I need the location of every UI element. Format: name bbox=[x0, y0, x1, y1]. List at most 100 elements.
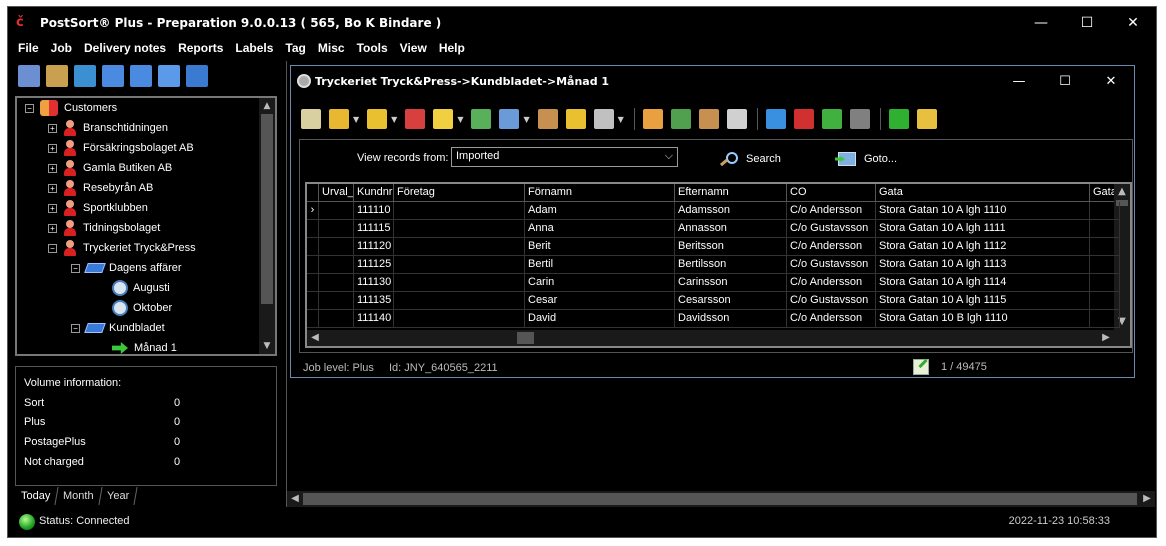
table-cell[interactable] bbox=[319, 310, 354, 328]
printer-icon[interactable] bbox=[593, 109, 614, 129]
table-cell[interactable]: 111115 bbox=[354, 220, 394, 238]
table-cell[interactable]: Adam bbox=[525, 202, 675, 220]
expand-icon[interactable]: + bbox=[48, 203, 57, 213]
table-cell[interactable]: Stora Gatan 10 A lgh 1112 bbox=[876, 238, 1090, 256]
close-button[interactable]: ✕ bbox=[1110, 7, 1156, 38]
table-cell[interactable]: C/o Andersson bbox=[787, 310, 876, 328]
expand-icon[interactable]: + bbox=[48, 183, 57, 193]
arrow-up-right-icon[interactable] bbox=[765, 109, 786, 129]
table-cell[interactable]: Carinsson bbox=[675, 274, 787, 292]
table-cell[interactable] bbox=[319, 220, 354, 238]
table-cell[interactable]: Stora Gatan 10 A lgh 1110 bbox=[876, 202, 1090, 220]
table-cell[interactable] bbox=[1090, 274, 1120, 292]
column-header[interactable]: Efternamn bbox=[675, 184, 787, 202]
table-row[interactable]: › 111110 Adam Adamsson C/o Andersson Stora Ga… bbox=[307, 202, 1120, 220]
table-row[interactable]: 111115 Anna Annasson C/o Gustavsson Stora Ga… bbox=[307, 220, 1120, 238]
table-cell[interactable] bbox=[394, 292, 525, 310]
menu-reports[interactable]: Reports bbox=[172, 41, 229, 55]
column-header[interactable]: Gata bbox=[876, 184, 1090, 202]
table-cell[interactable] bbox=[319, 292, 354, 310]
scroll-thumb[interactable] bbox=[517, 332, 534, 344]
minimize-button[interactable]: — bbox=[1018, 7, 1064, 38]
tree-item-customer[interactable]: + Sportklubben bbox=[48, 198, 148, 218]
edit-icon[interactable] bbox=[301, 109, 321, 129]
pen-write-icon[interactable] bbox=[471, 109, 492, 129]
package-search-icon[interactable] bbox=[537, 109, 558, 129]
tree-item-job[interactable]: − Kundbladet bbox=[71, 318, 165, 338]
table-cell[interactable]: Stora Gatan 10 B lgh 1110 bbox=[876, 310, 1090, 328]
row-indicator[interactable] bbox=[307, 238, 319, 256]
scroll-right-icon[interactable]: ▶ bbox=[1139, 491, 1155, 507]
view-records-select[interactable]: Imported ⌵ bbox=[451, 147, 678, 167]
menu-delivery-notes[interactable]: Delivery notes bbox=[78, 41, 172, 55]
gear-network-icon[interactable] bbox=[670, 109, 691, 129]
column-header[interactable]: Förnamn bbox=[525, 184, 675, 202]
collapse-icon[interactable]: − bbox=[48, 243, 57, 253]
menu-tag[interactable]: Tag bbox=[279, 41, 311, 55]
refresh-icon[interactable] bbox=[186, 65, 208, 87]
table-cell[interactable]: C/o Gustavsson bbox=[787, 292, 876, 310]
scroll-thumb[interactable] bbox=[261, 114, 273, 304]
menu-job[interactable]: Job bbox=[45, 41, 78, 55]
info-icon[interactable] bbox=[888, 109, 909, 129]
dropdown-arrow-icon[interactable]: ▼ bbox=[457, 115, 463, 124]
scroll-up-icon[interactable]: ▲ bbox=[1114, 184, 1130, 200]
table-cell[interactable]: Cesarsson bbox=[675, 292, 787, 310]
child-minimize-button[interactable]: — bbox=[996, 66, 1042, 96]
scroll-right-icon[interactable]: ▶ bbox=[1098, 330, 1114, 346]
table-cell[interactable] bbox=[1090, 292, 1120, 310]
grid-hscrollbar[interactable]: ◀ ▶ bbox=[307, 330, 1130, 346]
column-header[interactable]: Kundnr bbox=[354, 184, 394, 202]
table-cell[interactable] bbox=[319, 274, 354, 292]
database-filter-icon[interactable] bbox=[565, 109, 586, 129]
tree-item-customer[interactable]: − Tryckeriet Tryck&Press bbox=[48, 238, 196, 258]
scroll-left-icon[interactable]: ◀ bbox=[287, 491, 303, 507]
table-cell[interactable]: Beritsson bbox=[675, 238, 787, 256]
magic-wand-icon[interactable] bbox=[433, 109, 454, 129]
row-indicator[interactable] bbox=[307, 274, 319, 292]
menu-misc[interactable]: Misc bbox=[312, 41, 351, 55]
coins-icon[interactable] bbox=[367, 109, 388, 129]
collapse-icon[interactable]: − bbox=[71, 263, 80, 273]
table-cell[interactable] bbox=[394, 202, 525, 220]
layout-rows-icon[interactable] bbox=[130, 65, 152, 87]
table-cell[interactable] bbox=[394, 238, 525, 256]
table-cell[interactable]: C/o Andersson bbox=[787, 274, 876, 292]
child-maximize-button[interactable]: ☐ bbox=[1042, 66, 1088, 96]
table-cell[interactable]: Bertilsson bbox=[675, 256, 787, 274]
menu-labels[interactable]: Labels bbox=[229, 41, 279, 55]
keyboard-icon[interactable] bbox=[849, 109, 870, 129]
table-cell[interactable]: Stora Gatan 10 A lgh 1114 bbox=[876, 274, 1090, 292]
table-cell[interactable] bbox=[394, 310, 525, 328]
magnify-tools-icon[interactable] bbox=[18, 65, 40, 87]
expand-icon[interactable]: + bbox=[48, 163, 57, 173]
table-cell[interactable]: 111130 bbox=[354, 274, 394, 292]
table-cell[interactable]: 111125 bbox=[354, 256, 394, 274]
column-header[interactable]: Företag bbox=[394, 184, 525, 202]
tree-item-customer[interactable]: + Försäkringsbolaget AB bbox=[48, 138, 194, 158]
child-close-button[interactable]: ✕ bbox=[1088, 66, 1134, 96]
dropdown-arrow-icon[interactable]: ▼ bbox=[353, 115, 359, 124]
table-cell[interactable]: C/o Andersson bbox=[787, 238, 876, 256]
scroll-left-icon[interactable]: ◀ bbox=[307, 330, 323, 346]
table-cell[interactable] bbox=[319, 202, 354, 220]
table-cell[interactable]: 111140 bbox=[354, 310, 394, 328]
dropdown-arrow-icon[interactable]: ▼ bbox=[391, 115, 397, 124]
table-cell[interactable]: C/o Gustavsson bbox=[787, 256, 876, 274]
menu-tools[interactable]: Tools bbox=[351, 41, 394, 55]
folder-search-icon[interactable] bbox=[916, 109, 937, 129]
row-indicator[interactable] bbox=[307, 220, 319, 238]
table-row[interactable]: 111130 Carin Carinsson C/o Andersson Stora G… bbox=[307, 274, 1120, 292]
table-cell[interactable]: Stora Gatan 10 A lgh 1111 bbox=[876, 220, 1090, 238]
table-cell[interactable] bbox=[394, 274, 525, 292]
table-cell[interactable]: Adamsson bbox=[675, 202, 787, 220]
table-cell[interactable]: Bertil bbox=[525, 256, 675, 274]
table-cell[interactable] bbox=[1090, 256, 1120, 274]
form-list-icon[interactable] bbox=[499, 109, 520, 129]
table-cell[interactable] bbox=[394, 220, 525, 238]
tree-item-period[interactable]: Augusti bbox=[112, 278, 170, 298]
column-header[interactable]: CO bbox=[787, 184, 876, 202]
table-cell[interactable] bbox=[319, 256, 354, 274]
hand-icon[interactable] bbox=[726, 109, 747, 129]
layout-columns-icon[interactable] bbox=[102, 65, 124, 87]
